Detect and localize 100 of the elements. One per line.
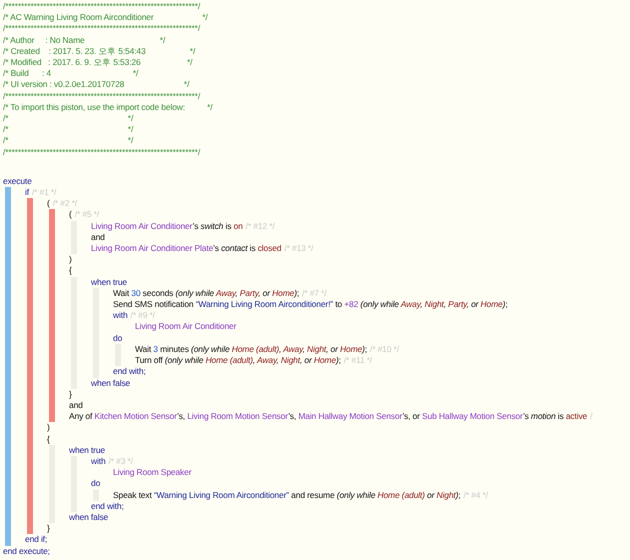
mode-name: Party bbox=[448, 299, 467, 310]
mode-name: Night bbox=[307, 344, 326, 354]
condition-text: , or bbox=[258, 288, 272, 298]
mode-name: Party bbox=[240, 288, 258, 298]
code-text: ) bbox=[47, 422, 50, 432]
mode-name: Away bbox=[283, 344, 303, 354]
mode-name: Home bbox=[272, 288, 294, 298]
condition-text: (only while bbox=[336, 490, 376, 500]
code-text: } bbox=[47, 523, 50, 534]
condition-text: ) bbox=[456, 490, 458, 500]
keyword: when false bbox=[69, 512, 108, 522]
code-text: is bbox=[556, 411, 565, 422]
device-name: Sub Hallway Motion Sensor bbox=[422, 411, 524, 422]
condition-text: , bbox=[444, 299, 447, 310]
keyword: end with; bbox=[113, 366, 146, 376]
condition-text: , bbox=[235, 288, 239, 298]
mode-name: Home bbox=[314, 355, 336, 366]
condition-text: , bbox=[420, 299, 424, 310]
code-text: is bbox=[248, 243, 256, 254]
keyword: with bbox=[91, 456, 106, 466]
header-comment: /* Build : 4 */ bbox=[3, 68, 140, 80]
condition-text: ) bbox=[362, 344, 365, 354]
mode-name: Home (adult) bbox=[206, 355, 253, 366]
keyword: end execute; bbox=[3, 546, 50, 556]
header-comment: /* Modified : 2017. 6. 9. 오후 5:53:26 */ bbox=[3, 57, 194, 68]
code-text: ’s, or bbox=[402, 411, 421, 422]
code-text: ; bbox=[338, 355, 341, 366]
code-text: ( bbox=[47, 198, 50, 208]
string-literal: “Warning Living Room Airconditioner” bbox=[154, 490, 289, 500]
code-text: ; bbox=[364, 344, 368, 354]
condition-text: ) bbox=[294, 288, 297, 298]
keyword: end with; bbox=[91, 500, 124, 511]
device-name: Kitchen Motion Sensor bbox=[94, 411, 178, 422]
code-text: ; bbox=[458, 490, 461, 500]
number-text: 30 bbox=[131, 288, 140, 298]
mode-name: Night bbox=[280, 355, 300, 366]
code-text: } bbox=[69, 388, 72, 399]
header-comment: /* */ bbox=[3, 124, 134, 136]
mode-name: Away bbox=[400, 299, 420, 310]
code-text: ( bbox=[69, 209, 72, 220]
code-text: and bbox=[69, 400, 83, 410]
attribute-name: contact bbox=[221, 243, 248, 254]
mode-name: Home bbox=[480, 299, 503, 310]
keyword: when true bbox=[69, 444, 105, 455]
code-text: Send SMS notification bbox=[113, 299, 194, 310]
code-text: Any of bbox=[69, 411, 94, 422]
mode-name: Away bbox=[216, 288, 236, 298]
code-text: Wait bbox=[113, 288, 130, 298]
mode-name: Night bbox=[424, 299, 444, 310]
attribute-name: motion bbox=[530, 411, 556, 422]
keyword: if bbox=[25, 187, 29, 198]
code-text: ) bbox=[69, 254, 72, 264]
string-literal: “Warning Living Room Airconditioner!” bbox=[196, 299, 333, 310]
header-comment: /* */ bbox=[3, 135, 134, 147]
value-text: active bbox=[566, 411, 588, 422]
mode-name: Night bbox=[436, 490, 456, 500]
number-text: 3 bbox=[153, 344, 158, 354]
keyword: execute bbox=[3, 176, 32, 186]
mode-name: Home (adult) bbox=[377, 490, 425, 500]
keyword: do bbox=[91, 478, 100, 488]
code-text: ; bbox=[296, 288, 300, 298]
device-name: Main Hallway Motion Sensor bbox=[298, 411, 402, 422]
keyword: with bbox=[113, 310, 128, 320]
device-name: +82 bbox=[344, 299, 358, 310]
keyword: when false bbox=[91, 378, 130, 388]
code-text: ’s, bbox=[177, 411, 186, 422]
condition-text: or bbox=[426, 490, 436, 500]
code-text: and bbox=[91, 232, 105, 242]
code-text: Wait bbox=[135, 344, 152, 354]
condition-text: , or bbox=[326, 344, 340, 354]
header-comment: /* To import this piston, use the import code below: */ bbox=[3, 102, 214, 114]
code-text: { bbox=[47, 434, 50, 444]
header-comment: /* */ bbox=[3, 113, 134, 124]
device-name: Living Room Air Conditioner bbox=[135, 321, 236, 332]
mode-name: Away bbox=[257, 355, 276, 366]
code-text: is bbox=[224, 220, 232, 231]
attribute-name: switch bbox=[200, 220, 224, 231]
code-text: { bbox=[69, 265, 72, 276]
condition-text: , or bbox=[466, 299, 480, 310]
condition-text: ) bbox=[336, 355, 339, 366]
code-text: ’s bbox=[523, 411, 530, 422]
code-text: and resume bbox=[290, 490, 336, 500]
condition-text: , bbox=[279, 344, 282, 354]
code-text: Turn off bbox=[135, 355, 164, 366]
header-comment: /* Created : 2017. 5. 23. 오후 5:54:43 */ bbox=[3, 46, 196, 58]
code-text: ’s bbox=[192, 220, 200, 231]
condition-text: , bbox=[276, 355, 280, 366]
header-comment: /*************************************************************/ bbox=[3, 146, 202, 158]
value-text: on bbox=[234, 220, 243, 231]
keyword: end if; bbox=[25, 534, 48, 544]
mode-name: Home bbox=[340, 344, 362, 354]
header-comment: /* AC Warning Living Room Airconditioner */ bbox=[3, 12, 209, 24]
code-text: Speak text bbox=[113, 490, 153, 500]
comment: / bbox=[590, 411, 592, 422]
code-text: to bbox=[334, 299, 343, 310]
value-text: closed bbox=[258, 243, 282, 254]
header-comment: /*************************************************************/ bbox=[3, 1, 202, 12]
code-text: ’s bbox=[213, 243, 220, 254]
device-name: Living Room Air Conditioner bbox=[91, 220, 193, 231]
condition-text: (only while bbox=[164, 355, 204, 366]
